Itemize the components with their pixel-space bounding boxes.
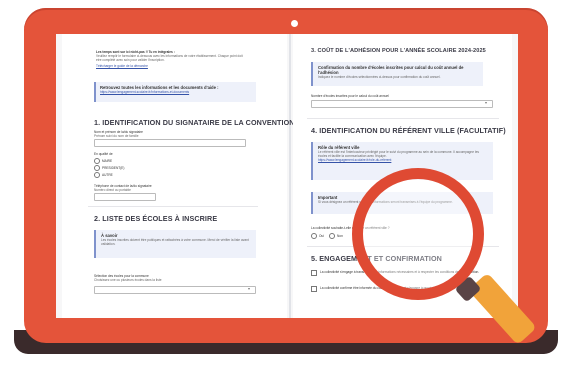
intro-text: Veuillez remplir le formulaire ci-dessou… — [96, 54, 243, 62]
info-box: Retrouvez toutes les informations et les… — [94, 82, 256, 102]
schools-select-hint: Choisissez une ou plusieurs écoles dans … — [94, 278, 162, 282]
form-left-column: Les temps sont sur ici nicht-pas !! Tu e… — [62, 34, 294, 318]
signatory-name-input[interactable] — [94, 139, 246, 147]
section-divider — [307, 118, 499, 119]
camera-icon — [291, 20, 298, 27]
section-3-title: 3. COÛT DE L'ADHÉSION POUR L'ANNÉE SCOLA… — [311, 48, 486, 54]
role-option-label: MAIRE — [102, 159, 113, 163]
school-count-select[interactable] — [311, 100, 493, 108]
phone-input[interactable] — [94, 193, 156, 201]
column-divider — [289, 34, 291, 318]
magnifier-lens-icon — [352, 168, 484, 300]
section-4-title: 4. IDENTIFICATION DU RÉFÉRENT VILLE (FAC… — [311, 126, 506, 135]
referent-yes-option[interactable]: Oui — [311, 233, 324, 239]
role-option-president[interactable]: PRESIDENT(E) — [94, 165, 125, 171]
notice-box: À savoir Les écoles inscrites doivent êt… — [94, 230, 256, 258]
radio-icon[interactable] — [94, 158, 100, 164]
cost-box-text: Indiquez le nombre d'écoles sélectionnée… — [318, 75, 441, 79]
role-option-label: PRESIDENT(E) — [102, 166, 125, 170]
role-label: En qualité de — [94, 152, 113, 156]
role-option-maire[interactable]: MAIRE — [94, 158, 112, 164]
radio-icon[interactable] — [94, 165, 100, 171]
chevron-down-icon[interactable]: ▾ — [248, 286, 250, 291]
section-1-title: 1. IDENTIFICATION DU SIGNATAIRE DE LA CO… — [94, 118, 295, 127]
section-2-title: 2. LISTE DES ÉCOLES À INSCRIRE — [94, 214, 218, 223]
referent-yes-label: Oui — [319, 234, 324, 238]
chevron-down-icon[interactable]: ▾ — [485, 100, 487, 105]
school-count-label: Nombre d'écoles inscrites pour le calcul… — [311, 94, 389, 98]
referent-box-link[interactable]: https://www.lengagement-scolaire.fr/role… — [318, 158, 488, 162]
checkbox-icon[interactable] — [311, 270, 317, 276]
radio-icon[interactable] — [329, 233, 335, 239]
download-guide-link[interactable]: Télécharger le guide de la démarche — [96, 64, 148, 68]
radio-icon[interactable] — [311, 233, 317, 239]
cost-box-title: Confirmation du nombre d'écoles inscrite… — [318, 65, 464, 75]
cost-box: Confirmation du nombre d'écoles inscrite… — [311, 62, 483, 86]
schools-select[interactable] — [94, 286, 256, 294]
referent-box-text: Le référent ville est l'interlocuteur pr… — [318, 150, 479, 158]
role-option-autre[interactable]: AUTRE — [94, 172, 113, 178]
signatory-name-hint: Prénom suivi du nom de famille — [94, 134, 139, 138]
info-box-link[interactable]: https://www.lengagement-scolaire.fr/info… — [100, 90, 252, 94]
referent-no-label: Non — [337, 234, 343, 238]
notice-box-text: Les écoles inscrites doivent être publiq… — [101, 238, 249, 246]
referent-no-option[interactable]: Non — [329, 233, 343, 239]
role-option-label: AUTRE — [102, 173, 113, 177]
section-divider — [88, 206, 258, 207]
checkbox-icon[interactable] — [311, 286, 317, 292]
phone-hint: Numéro direct ou portable — [94, 188, 131, 192]
radio-icon[interactable] — [94, 172, 100, 178]
